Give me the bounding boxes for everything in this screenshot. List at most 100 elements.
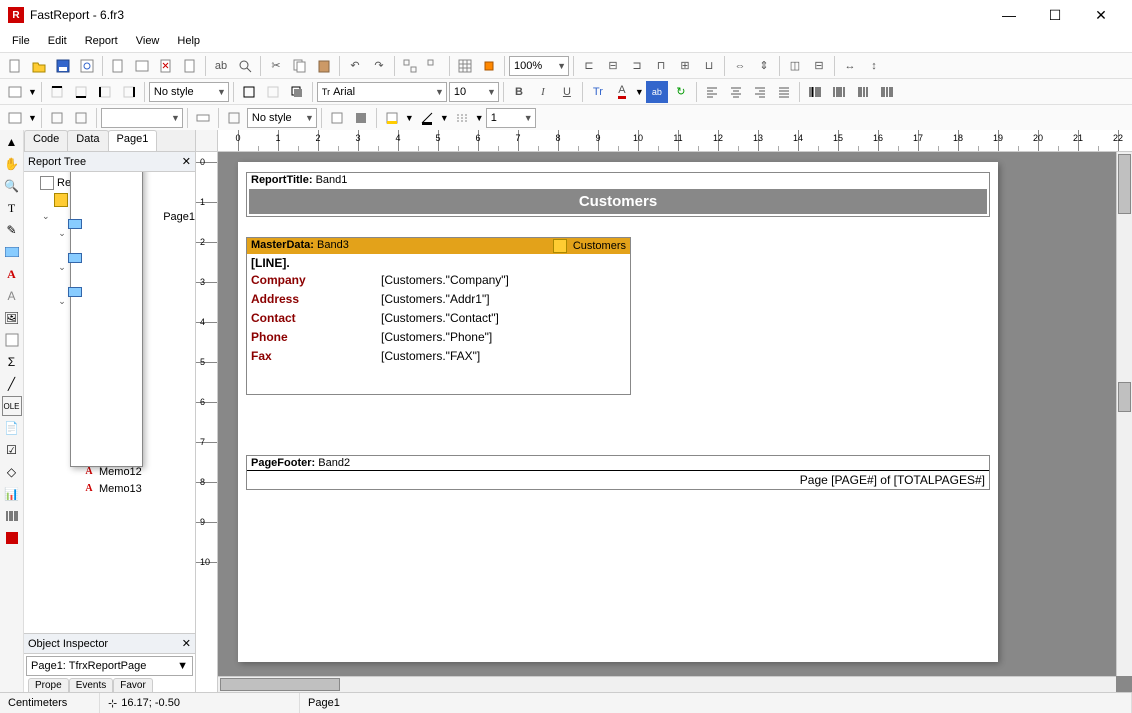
paste-icon[interactable] [313,55,335,77]
check-tool[interactable]: ☑ [2,440,22,460]
maximize-button[interactable]: ☐ [1032,0,1078,30]
inherit-icon[interactable] [46,107,68,129]
cut-icon[interactable]: ✂ [265,55,287,77]
ole-tool[interactable]: OLE [2,396,22,416]
frame-none-icon[interactable] [262,81,284,103]
group-icon[interactable] [399,55,421,77]
frame-top-icon[interactable] [46,81,68,103]
sysmemo-tool[interactable]: A [2,286,22,306]
minimize-button[interactable]: — [986,0,1032,30]
menu-file[interactable]: File [4,33,38,49]
hand-tool[interactable]: ✋ [2,154,22,174]
page-delete-icon[interactable] [155,55,177,77]
memo-line[interactable]: [LINE]. [251,256,626,270]
oi-tab-favor[interactable]: Favor [113,678,153,692]
line-color-icon[interactable] [416,107,438,129]
inherit2-icon[interactable] [70,107,92,129]
menu-report[interactable]: Report [77,33,126,49]
frame-right-icon[interactable] [118,81,140,103]
memo-row[interactable]: Company[Customers."Company"] [251,270,626,289]
memo-pagefooter[interactable]: Page [PAGE#] of [TOTALPAGES#] [247,470,989,489]
band-masterdata[interactable]: MasterData: Band3Customers [LINE]. Compa… [246,237,631,395]
text-right-icon[interactable] [749,81,771,103]
subreport-tool[interactable] [2,330,22,350]
band-icon[interactable] [192,107,214,129]
fill-color-icon[interactable] [381,107,403,129]
object-combo[interactable]: ▼ [101,108,183,128]
center-v-icon[interactable]: ⊟ [808,55,830,77]
select-tool[interactable]: ▲ [2,132,22,152]
fill2-icon[interactable] [350,107,372,129]
underline-icon[interactable]: U [556,81,578,103]
align-bot-icon[interactable]: ⊔ [698,55,720,77]
select-data-icon[interactable] [4,81,26,103]
fontsize-combo[interactable]: 10▼ [449,82,499,102]
open-icon[interactable] [28,55,50,77]
highlight-icon[interactable]: ab [646,81,668,103]
vertical-ruler[interactable]: 012345678910 [196,152,218,692]
page-settings-icon[interactable] [179,55,201,77]
close-button[interactable]: ✕ [1078,0,1124,30]
sum-tool[interactable]: Σ [2,352,22,372]
page-dialog-icon[interactable] [131,55,153,77]
align-mid-icon[interactable]: ⊞ [674,55,696,77]
memo-tool[interactable]: A [2,264,22,284]
tree-node[interactable]: AMemo13 [24,480,195,497]
oi-tab-props[interactable]: Prope [28,678,69,692]
style-combo[interactable]: No style▼ [149,82,229,102]
frame-shadow-icon[interactable] [286,81,308,103]
save-icon[interactable] [52,55,74,77]
close-oi-icon[interactable]: ✕ [182,637,191,650]
line-tool[interactable]: ╱ [2,374,22,394]
barcode3-icon[interactable] [852,81,874,103]
space-h-icon[interactable]: ⇔ [729,55,751,77]
close-tree-icon[interactable]: ✕ [182,155,191,168]
zoom-tool[interactable]: 🔍 [2,176,22,196]
rich-tool[interactable]: 📄 [2,418,22,438]
align-center-icon[interactable]: ⊟ [602,55,624,77]
same-w-icon[interactable]: ↔ [839,55,861,77]
fill-icon[interactable] [326,107,348,129]
font-combo[interactable]: TrArial▼ [317,82,447,102]
horizontal-scrollbar[interactable] [218,676,1116,692]
tree-node[interactable]: ⌄Page1 [24,208,195,225]
grid-icon[interactable] [454,55,476,77]
copy-icon[interactable] [289,55,311,77]
align-top-icon[interactable]: ⊓ [650,55,672,77]
chart-tool[interactable]: 📊 [2,484,22,504]
report-options-icon[interactable] [4,107,26,129]
canvas[interactable]: ReportTitle: Band1 Customers MasterData:… [218,152,1132,692]
frame-bot-icon[interactable] [70,81,92,103]
ungroup-icon[interactable] [423,55,445,77]
barcode-tool[interactable] [2,506,22,526]
memo-row[interactable]: Fax[Customers."FAX"] [251,346,626,365]
memo-row[interactable]: Phone[Customers."Phone"] [251,327,626,346]
undo-icon[interactable]: ↶ [344,55,366,77]
text-center-icon[interactable] [725,81,747,103]
horizontal-ruler[interactable]: 01234567891011121314151617181920212223 [218,130,1132,152]
barcode1-icon[interactable] [804,81,826,103]
page-new-icon[interactable] [107,55,129,77]
menu-view[interactable]: View [128,33,168,49]
vars-icon[interactable]: ab [210,55,232,77]
text-tool[interactable]: T [2,198,22,218]
tab-data[interactable]: Data [67,130,108,151]
band-tool[interactable] [2,242,22,262]
new-icon[interactable] [4,55,26,77]
font-color-icon[interactable]: A [611,81,633,103]
report-tree[interactable]: ReportData⌄Page1⌄Band1AMemo1⌄Band2AMemo2… [24,172,195,633]
picture-tool[interactable]: 🖼 [2,308,22,328]
oi-tab-events[interactable]: Events [69,678,114,692]
frame-left-icon[interactable] [94,81,116,103]
preview-icon[interactable] [76,55,98,77]
italic-icon[interactable]: I [532,81,554,103]
memo-row[interactable]: Contact[Customers."Contact"] [251,308,626,327]
style1-icon[interactable] [223,107,245,129]
barcode4-icon[interactable] [876,81,898,103]
tab-page1[interactable]: Page1 [108,130,158,151]
format-tool[interactable]: ✎ [2,220,22,240]
snap-icon[interactable] [478,55,500,77]
zoom-combo[interactable]: 100%▼ [509,56,569,76]
shape-tool[interactable]: ◇ [2,462,22,482]
memo-row[interactable]: Address[Customers."Addr1"] [251,289,626,308]
